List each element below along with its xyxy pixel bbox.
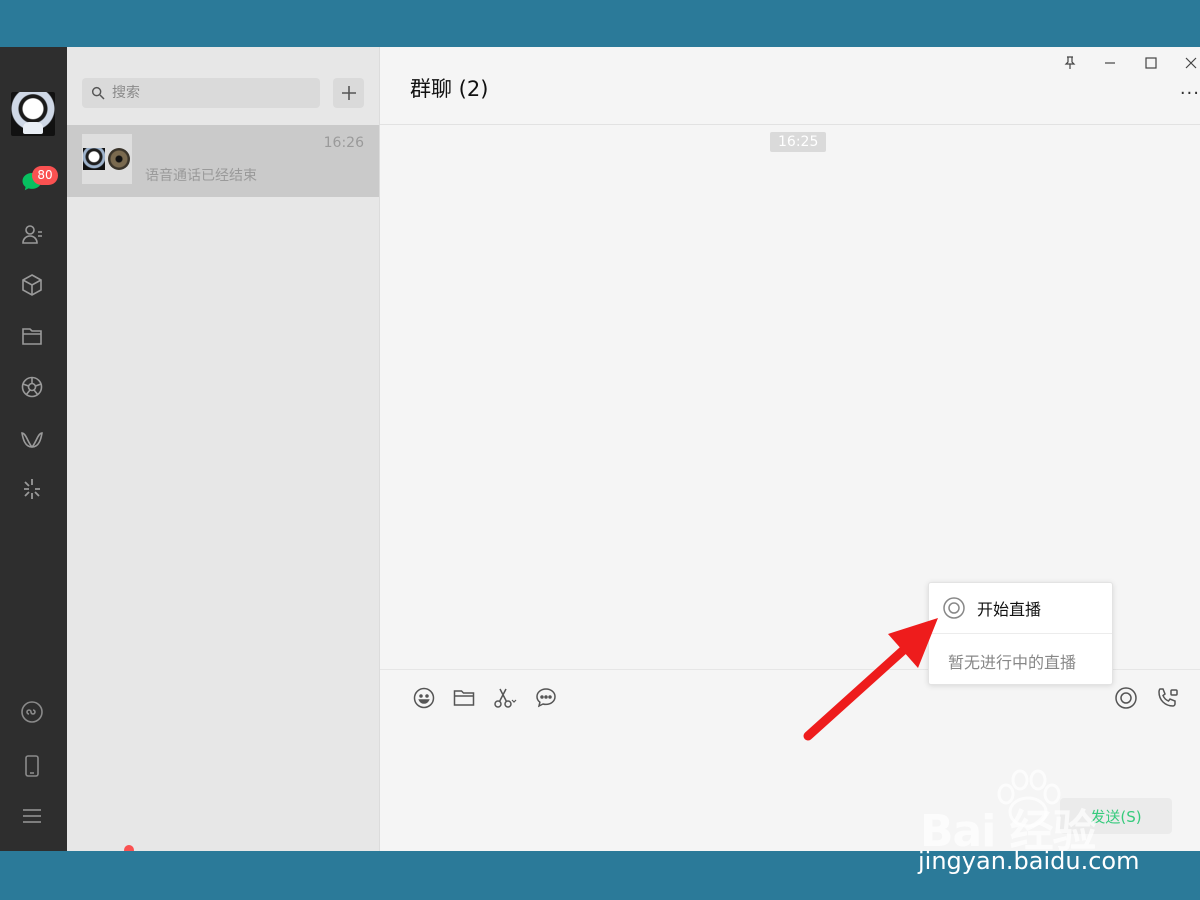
folder-icon[interactable] xyxy=(451,685,477,711)
moments-icon[interactable] xyxy=(19,374,45,400)
live-stream-popup: 开始直播 暂无进行中的直播 xyxy=(928,582,1113,685)
screenshot-scissors-icon[interactable] xyxy=(492,685,518,711)
search-discover-icon[interactable] xyxy=(19,476,45,502)
chat-history-icon[interactable] xyxy=(533,685,559,711)
start-live-button[interactable]: 开始直播 xyxy=(929,583,1112,633)
chat-time: 16:26 xyxy=(323,135,364,151)
message-timestamp: 16:25 xyxy=(770,132,827,152)
emoji-icon[interactable] xyxy=(411,685,437,711)
files-icon[interactable] xyxy=(19,323,45,349)
baidu-watermark-url: jingyan.baidu.com xyxy=(918,847,1140,875)
plus-icon xyxy=(341,86,356,100)
maximize-icon[interactable] xyxy=(1140,53,1162,73)
favorites-icon[interactable] xyxy=(19,272,45,298)
user-avatar[interactable] xyxy=(11,92,55,136)
chat-title: 群聊 (2) xyxy=(410,77,489,101)
minimize-icon[interactable] xyxy=(1099,53,1121,73)
chat-panel: 群聊 (2) ··· 16:25 发送(S) xyxy=(380,47,1200,851)
close-icon[interactable] xyxy=(1180,53,1200,73)
more-options-button[interactable]: ··· xyxy=(1180,83,1200,104)
member-avatar xyxy=(83,148,105,170)
search-input[interactable] xyxy=(110,84,314,102)
pin-icon[interactable] xyxy=(1059,53,1081,73)
no-live-text: 暂无进行中的直播 xyxy=(948,653,1077,672)
member-avatar xyxy=(108,148,130,170)
unread-badge: 80 xyxy=(32,166,58,185)
chat-list: 16:26 语音通话已经结束 xyxy=(67,47,380,851)
nav-rail: 80 xyxy=(0,47,67,851)
search-box[interactable] xyxy=(82,78,320,108)
live-stream-icon[interactable] xyxy=(1113,685,1139,711)
window-frame-top xyxy=(0,0,1200,47)
start-live-label: 开始直播 xyxy=(977,600,1042,619)
annotation-arrow xyxy=(803,618,938,741)
phone-icon[interactable] xyxy=(19,753,45,779)
search-icon xyxy=(91,86,105,100)
mini-programs-icon[interactable] xyxy=(19,699,45,725)
popup-divider xyxy=(929,633,1112,634)
wechat-window: 80 搜索 16:26 语音通话已经结束 群聊 (2) ··· 16:25 发送… xyxy=(0,47,1200,851)
chat-preview: 语音通话已经结束 xyxy=(145,168,257,184)
chat-list-item[interactable]: 16:26 语音通话已经结束 xyxy=(67,125,379,197)
menu-icon[interactable] xyxy=(19,803,45,829)
header-divider xyxy=(380,124,1200,125)
channels-icon[interactable] xyxy=(19,427,45,453)
contacts-icon[interactable] xyxy=(19,221,45,247)
call-icon[interactable] xyxy=(1154,685,1180,711)
add-chat-button[interactable] xyxy=(333,78,364,108)
group-avatar xyxy=(82,134,132,184)
